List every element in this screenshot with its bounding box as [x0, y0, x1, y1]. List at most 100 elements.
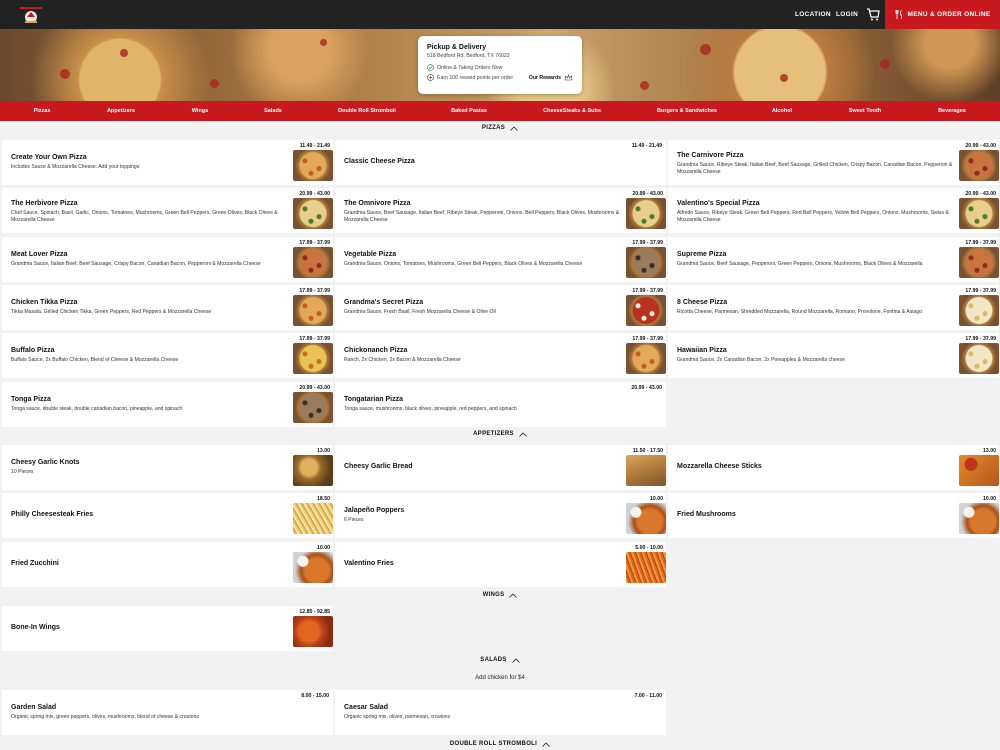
nav-location-link[interactable]: LOCATION [795, 0, 831, 29]
menu-item-card[interactable]: Cheesy Garlic Knots 10 Pieces 13.00 [2, 445, 333, 490]
menu-item-card[interactable]: Caesar Salad Organic spring mix, olives, … [335, 690, 666, 735]
menu-item-photo[interactable] [626, 343, 666, 375]
cart-icon[interactable] [866, 8, 880, 21]
menu-item-card[interactable]: The Omnivore Pizza Grandma Sauce, Beef Sa… [335, 188, 666, 234]
menu-item-photo[interactable] [626, 294, 666, 326]
menu-item-photo[interactable] [626, 198, 666, 230]
menu-item-card[interactable]: Garden Salad Organic spring mix, green pe… [2, 690, 333, 735]
menu-item-name: Meat Lover Pizza [11, 250, 68, 258]
menu-item-photo[interactable] [959, 150, 999, 181]
menu-item-photo[interactable] [626, 455, 666, 486]
menu-item-price: 17.99 - 37.99 [965, 287, 996, 294]
menu-item-photo[interactable] [626, 551, 666, 583]
salads-note: Add chicken for $4 [475, 675, 525, 681]
menu-order-online-button[interactable]: MENU & ORDER ONLINE [885, 0, 1000, 29]
menu-item-price: 11.50 - 17.50 [632, 448, 663, 454]
menu-item-card[interactable]: Create Your Own Pizza Includes Sauce & Mo… [2, 140, 333, 185]
menu-item-card[interactable]: Tongatarian Pizza Tonga sauce, mushrooms,… [335, 381, 666, 427]
menu-item-name: Supreme Pizza [677, 250, 727, 258]
menu-item-photo[interactable] [293, 294, 333, 326]
section-title: PIZZAS [481, 125, 506, 131]
menu-item-card[interactable]: Cheesy Garlic Bread 11.50 - 17.50 [335, 445, 666, 490]
menu-item-name: Grandma's Secret Pizza [344, 298, 424, 306]
store-address[interactable]: 518 Bedford Rd, Bedford, TX 76022 [427, 53, 573, 59]
category-salads[interactable]: Salads [264, 101, 282, 121]
menu-item-photo[interactable] [959, 246, 999, 278]
menu-item-price: 20.99 - 43.00 [632, 191, 663, 198]
menu-item-photo[interactable] [293, 616, 333, 647]
restaurant-logo[interactable] [16, 4, 46, 26]
category-appetizers[interactable]: Appetizers [107, 101, 135, 121]
menu-item-price: 17.99 - 37.99 [965, 239, 996, 246]
nav-login-link[interactable]: LOGIN [836, 0, 858, 29]
menu-item-photo[interactable] [959, 198, 999, 230]
menu-item-card[interactable]: Grandma's Secret Pizza Grandma Sauce, Fre… [335, 284, 666, 330]
menu-item-card[interactable]: Fried Mushrooms 10.00 [668, 493, 999, 539]
menu-item-card[interactable]: Classic Cheese Pizza 11.49 - 21.49 [335, 140, 666, 185]
menu-item-card[interactable]: The Carnivore Pizza Grandma Sauce, Ribeye… [668, 140, 999, 185]
menu-item-card[interactable]: The Herbivore Pizza Chef Sauce, Spinach, … [2, 188, 333, 234]
menu-item-card[interactable]: Bone-In Wings 12.85 - 92.85 [2, 606, 333, 651]
menu-item-photo[interactable] [293, 455, 333, 486]
menu-item-photo[interactable] [626, 503, 666, 535]
category-sweet-tooth[interactable]: Sweet Tooth [849, 101, 881, 121]
category-wings[interactable]: Wings [192, 101, 208, 121]
menu-item-card[interactable]: Chickonanch Pizza Ranch, 2x Chicken, 2x B… [335, 333, 666, 379]
online-status: Online & Taking Orders Now [427, 64, 573, 71]
menu-item-photo[interactable] [293, 198, 333, 230]
menu-item-card[interactable]: Mozzarella Cheese Sticks 13.00 [668, 445, 999, 490]
menu-item-name: Cheesy Garlic Bread [344, 463, 413, 470]
menu-item-description: Organic spring mix, green peppers, olive… [11, 714, 199, 720]
category-burgers-sandwiches[interactable]: Burgers & Sandwiches [657, 101, 717, 121]
top-nav-bar: LOCATION LOGIN MENU & ORDER ONLINE [0, 0, 1000, 29]
menu-item-card[interactable]: Hawaiian Pizza Grandma Sauce, 2x Canadian… [668, 333, 999, 379]
category-baked-pastas[interactable]: Baked Pastas [451, 101, 487, 121]
menu-item-price: 12.85 - 92.85 [299, 609, 330, 615]
reward-points-text: Earn 100 reward points per order [437, 74, 514, 81]
menu-item-name: Garden Salad [11, 704, 57, 711]
menu-item-card[interactable]: Supreme Pizza Grandma Sauce, Beef Sausage… [668, 236, 999, 282]
category-alcohol[interactable]: Alcohol [772, 101, 792, 121]
menu-item-card[interactable]: Meat Lover Pizza Grandma Sauce, Italian B… [2, 236, 333, 282]
menu-item-price: 17.99 - 37.99 [299, 239, 330, 246]
menu-item-name: Chickonanch Pizza [344, 347, 408, 355]
menu-item-card[interactable]: Jalapeño Poppers 6 Pieces 10.00 [335, 493, 666, 539]
menu-item-photo[interactable] [959, 294, 999, 326]
section-header-stromboli[interactable]: DOUBLE ROLL STROMBOLI [0, 737, 1000, 750]
menu-item-price: 5.00 - 10.00 [635, 544, 663, 551]
menu-item-description: Tonga sauce, mushrooms, black olives, pi… [344, 405, 517, 412]
category-pizzas[interactable]: Pizzas [34, 101, 51, 121]
menu-item-photo[interactable] [293, 150, 333, 181]
menu-item-card[interactable]: 8 Cheese Pizza Ricotta Cheese, Parmesan, … [668, 284, 999, 330]
section-header-wings[interactable]: WINGS [0, 588, 1000, 602]
our-rewards-link[interactable]: Our Rewards [529, 74, 573, 81]
menu-item-card[interactable]: Valentino's Special Pizza Alfredo Sauce, … [668, 188, 999, 234]
section-header-pizzas[interactable]: PIZZAS [0, 121, 1000, 135]
category-stromboli[interactable]: Double Roll Stromboli [338, 101, 396, 121]
menu-item-price: 20.99 - 43.00 [631, 384, 662, 391]
menu-item-photo[interactable] [959, 343, 999, 375]
menu-item-photo[interactable] [959, 503, 999, 535]
menu-item-card[interactable]: Vegetable Pizza Grandma Sauce, Onions, To… [335, 236, 666, 282]
menu-item-description: Grandma Sauce, Fresh Basil, Fresh Mozzar… [344, 308, 496, 315]
menu-item-photo[interactable] [293, 343, 333, 375]
menu-item-card[interactable]: Fried Zucchini 10.00 [2, 541, 333, 587]
menu-item-card[interactable]: Buffalo Pizza Buffalo Sauce, 2x Buffalo C… [2, 333, 333, 379]
section-header-salads[interactable]: SALADS [0, 653, 1000, 667]
menu-item-card[interactable]: Chicken Tikka Pizza Tikka Masala, Grilled… [2, 284, 333, 330]
menu-item-photo[interactable] [959, 455, 999, 486]
menu-item-price: 20.99 - 43.00 [299, 191, 330, 198]
menu-item-description: Buffalo Sauce, 2x Buffalo Chicken, Blend… [11, 357, 179, 364]
section-header-appetizers[interactable]: APPETIZERS [0, 427, 1000, 441]
category-cheesesteaks-subs[interactable]: CheeseSteaks & Subs [543, 101, 601, 121]
menu-item-photo[interactable] [293, 246, 333, 278]
menu-item-card[interactable]: Philly Cheesesteak Fries 18.50 [2, 493, 333, 539]
menu-item-card[interactable]: Tonga Pizza Tonga sauce, double steak, do… [2, 381, 333, 427]
menu-item-photo[interactable] [293, 551, 333, 583]
menu-item-photo[interactable] [293, 391, 333, 423]
menu-item-photo[interactable] [626, 246, 666, 278]
menu-item-card[interactable]: Valentino Fries 5.00 - 10.00 [335, 541, 666, 587]
menu-item-photo[interactable] [293, 503, 333, 535]
category-beverages[interactable]: Beverages [938, 101, 966, 121]
menu-item-name: Buffalo Pizza [11, 347, 55, 355]
